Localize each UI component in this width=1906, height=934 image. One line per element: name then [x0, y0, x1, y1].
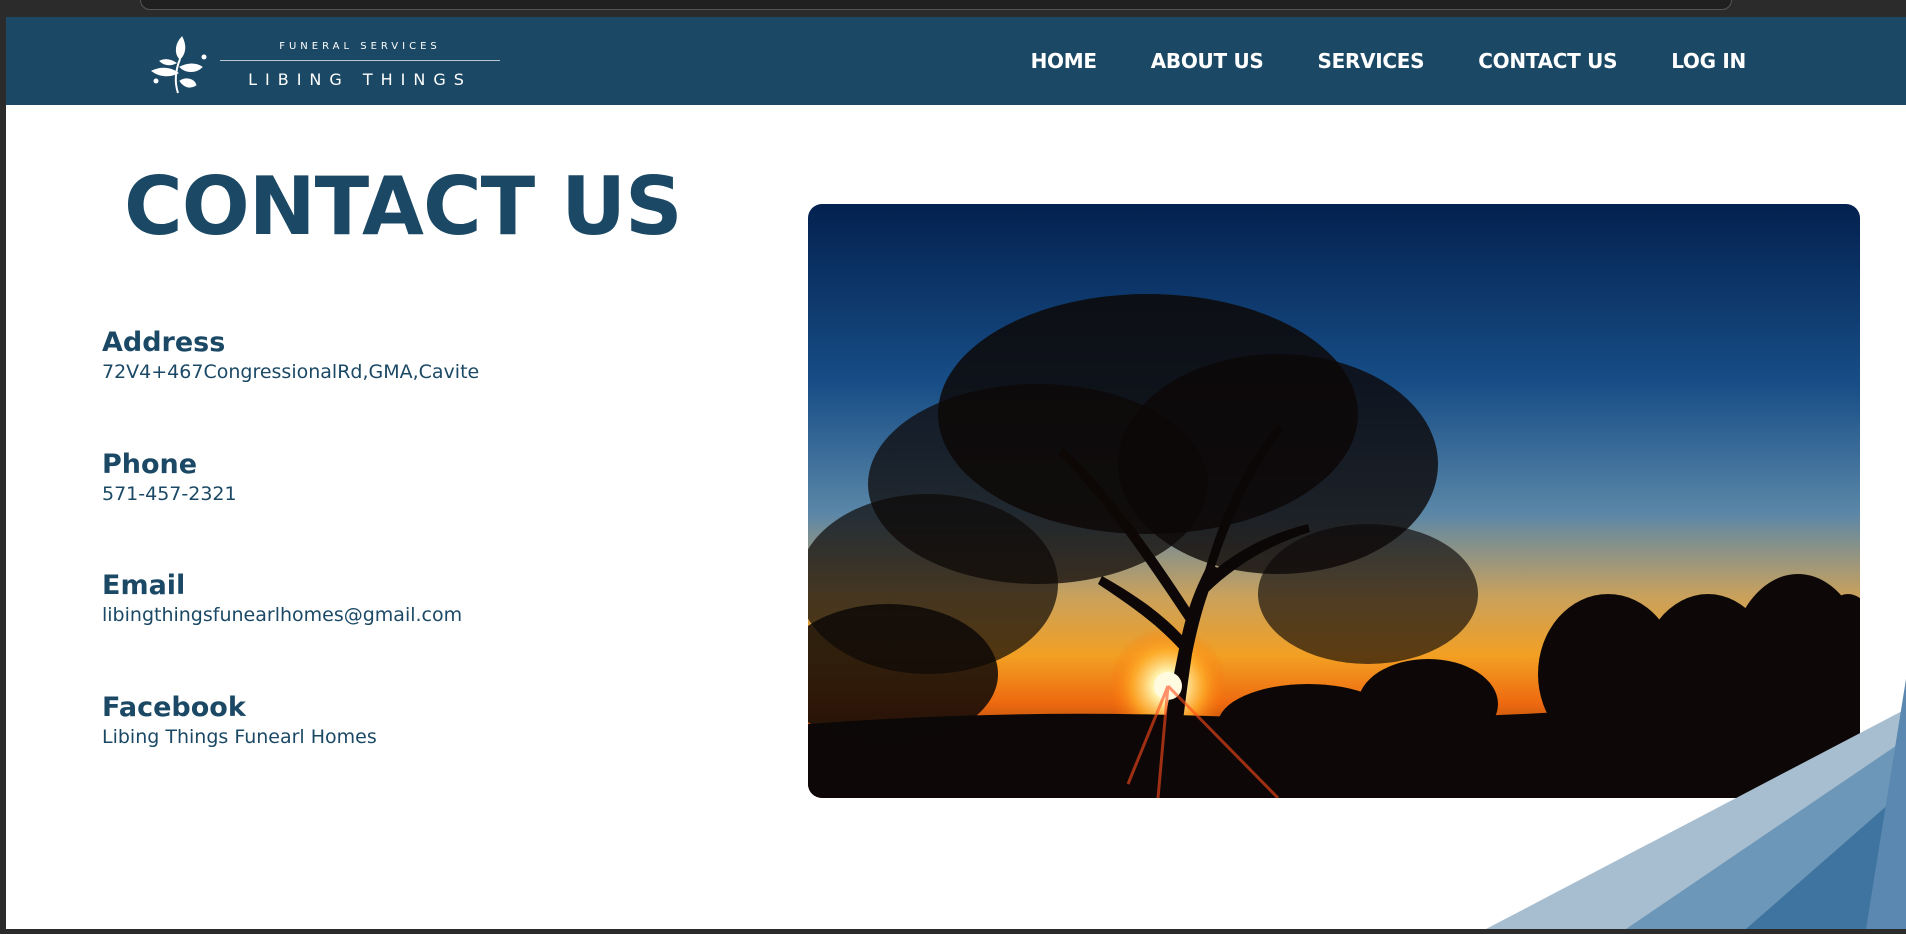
nav-home[interactable]: HOME: [1031, 49, 1097, 73]
site-logo[interactable]: FUNERAL SERVICES LIBING THINGS: [140, 23, 510, 99]
leaf-branch-icon: [151, 36, 207, 94]
page: FUNERAL SERVICES LIBING THINGS HOME ABOU…: [6, 17, 1906, 929]
address-bar[interactable]: [140, 0, 1732, 10]
nav-contact-us[interactable]: CONTACT US: [1478, 49, 1617, 73]
brand-name: LIBING THINGS: [248, 70, 472, 89]
address-value: 72V4+467CongressionalRd,GMA,Cavite: [102, 361, 480, 383]
contact-email: Email libingthingsfunearlhomes@gmail.com: [102, 570, 662, 628]
browser-chrome: [0, 0, 1906, 17]
email-value[interactable]: libingthingsfunearlhomes@gmail.com: [102, 602, 662, 628]
phone-label: Phone: [102, 449, 198, 480]
nav-log-in[interactable]: LOG IN: [1671, 49, 1746, 73]
phone-value[interactable]: 571-457-2321: [102, 481, 662, 507]
site-header: FUNERAL SERVICES LIBING THINGS HOME ABOU…: [6, 17, 1906, 105]
brand-tagline: FUNERAL SERVICES: [279, 41, 441, 52]
logo-divider: [220, 60, 500, 61]
contact-address: Address 72V4+467CongressionalRd,GMA,Cavi…: [102, 327, 662, 385]
page-title: CONTACT US: [124, 160, 683, 253]
main-nav: HOME ABOUT US SERVICES CONTACT US LOG IN: [1031, 17, 1747, 105]
contact-facebook: Facebook Libing Things Funearl Homes: [102, 692, 662, 750]
facebook-label: Facebook: [102, 692, 246, 723]
email-label: Email: [102, 570, 186, 601]
address-label: Address: [102, 327, 226, 358]
nav-about-us[interactable]: ABOUT US: [1151, 49, 1264, 73]
contact-phone: Phone 571-457-2321: [102, 449, 662, 507]
corner-decoration: [1486, 679, 1906, 929]
facebook-value[interactable]: Libing Things Funearl Homes: [102, 724, 662, 750]
nav-services[interactable]: SERVICES: [1318, 49, 1425, 73]
